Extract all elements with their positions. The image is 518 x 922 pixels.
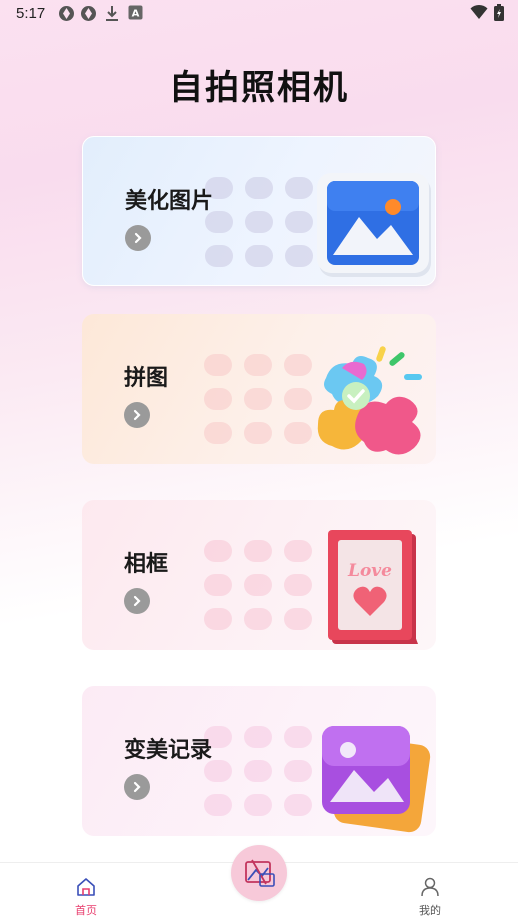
nav-mine[interactable]: 我的: [410, 877, 450, 918]
puzzle-icon: [312, 338, 436, 462]
svg-text:A: A: [132, 9, 140, 20]
arrow-right-icon[interactable]: [125, 225, 151, 251]
user-icon: [421, 877, 439, 897]
aperture-icon: [58, 5, 75, 26]
card-label: 美化图片: [125, 189, 214, 214]
love-frame-icon: Love: [312, 520, 436, 644]
page-title: 自拍照相机: [169, 68, 349, 108]
card-puzzle[interactable]: 拼图: [82, 314, 436, 464]
dot-pattern: [200, 536, 330, 636]
status-time: 5:17: [16, 5, 46, 22]
card-beauty-record[interactable]: 变美记录: [82, 686, 436, 836]
aperture-icon: [80, 5, 97, 26]
font-icon: A: [128, 5, 143, 24]
card-beautify-photo[interactable]: 美化图片: [82, 136, 436, 286]
photo-edit-icon: [245, 859, 275, 887]
nav-mine-label: 我的: [419, 904, 441, 917]
card-label: 相框: [124, 552, 169, 577]
photo-frame-icon: [311, 161, 435, 285]
card-frame[interactable]: 相框 Love: [82, 500, 436, 650]
dot-pattern: [200, 350, 330, 450]
arrow-right-icon[interactable]: [124, 774, 150, 800]
arrow-right-icon[interactable]: [124, 588, 150, 614]
love-text: Love: [347, 561, 392, 581]
card-label: 变美记录: [124, 738, 213, 763]
dot-pattern: [200, 722, 330, 822]
center-camera-button[interactable]: [231, 845, 287, 901]
download-icon: [105, 5, 119, 26]
nav-home[interactable]: 首页: [66, 877, 106, 918]
nav-home-label: 首页: [75, 904, 97, 917]
status-bar: 5:17 A: [0, 0, 518, 28]
wifi-icon: [470, 4, 488, 24]
home-icon: [77, 878, 95, 896]
photo-stack-icon: [312, 718, 436, 836]
arrow-right-icon[interactable]: [124, 402, 150, 428]
card-label: 拼图: [124, 366, 169, 391]
battery-charging-icon: [494, 4, 504, 25]
